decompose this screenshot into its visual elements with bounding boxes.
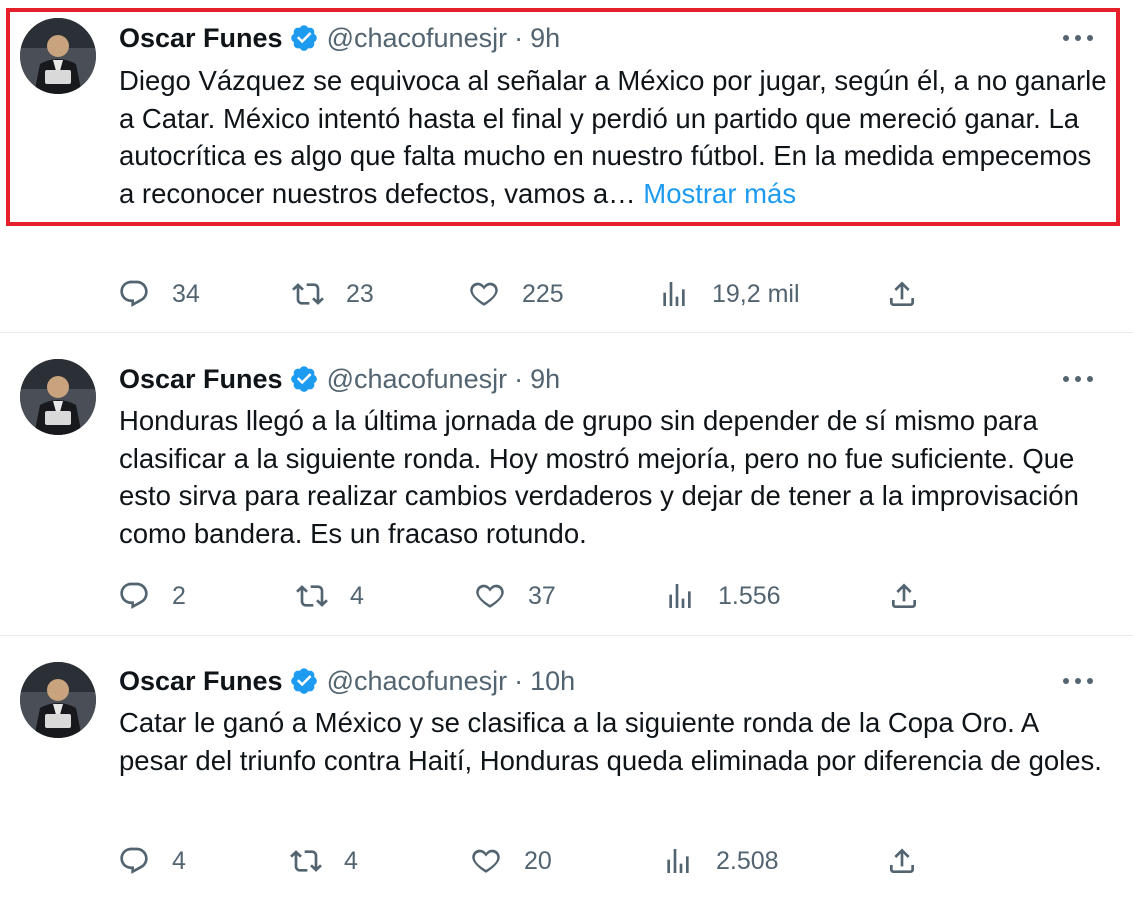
tweet-actions: 34 23 225 19,2 mil [118, 274, 938, 314]
reply-icon [120, 280, 148, 307]
tweet-text: Catar le ganó a México y se clasifica a … [119, 704, 1109, 779]
header-separator: · [514, 363, 524, 394]
share-button[interactable] [888, 576, 920, 616]
views-count: 2.508 [716, 846, 779, 875]
reply-icon [120, 847, 148, 874]
tweet-header: Oscar Funes @chacofunesjr · 9h [119, 362, 560, 396]
tweet-header: Oscar Funes @chacofunesjr · 9h [119, 21, 560, 55]
retweet-count: 4 [350, 581, 364, 610]
retweet-icon [290, 850, 322, 872]
avatar[interactable] [20, 359, 96, 435]
retweet-count: 4 [344, 846, 358, 875]
share-button[interactable] [886, 274, 918, 314]
verified-badge-icon [289, 364, 319, 394]
retweet-icon [292, 283, 324, 305]
header-separator: · [514, 22, 524, 53]
retweet-count: 23 [346, 279, 374, 308]
verified-badge-icon [289, 23, 319, 53]
more-options-icon[interactable] [1063, 28, 1093, 48]
author-name[interactable]: Oscar Funes [119, 364, 283, 395]
retweet-button[interactable]: 4 [290, 841, 358, 881]
author-name[interactable]: Oscar Funes [119, 23, 283, 54]
author-handle[interactable]: @chacofunesjr [327, 666, 508, 697]
reply-button[interactable]: 4 [118, 841, 186, 881]
tweet-actions: 2 4 37 1.556 [118, 576, 938, 616]
show-more-link[interactable]: Mostrar más [643, 178, 796, 209]
reply-button[interactable]: 2 [118, 576, 186, 616]
tweet[interactable]: Oscar Funes @chacofunesjr · 9h Honduras … [0, 333, 1133, 635]
avatar[interactable] [20, 662, 96, 738]
retweet-button[interactable]: 4 [296, 576, 364, 616]
tweet-body: Honduras llegó a la última jornada de gr… [119, 405, 1079, 549]
heart-icon [472, 849, 500, 873]
views-chart-icon [669, 584, 691, 608]
tweet-text: Diego Vázquez se equivoca al señalar a M… [119, 62, 1109, 212]
views-button[interactable]: 19,2 mil [658, 274, 800, 314]
tweet-actions: 4 4 20 2.508 [118, 841, 938, 881]
reply-count: 2 [172, 581, 186, 610]
author-handle[interactable]: @chacofunesjr [327, 364, 508, 395]
tweet[interactable]: Oscar Funes @chacofunesjr · 10h Catar le… [0, 636, 1133, 900]
share-icon [892, 583, 916, 608]
more-options-icon[interactable] [1063, 369, 1093, 389]
like-button[interactable]: 37 [474, 576, 556, 616]
reply-count: 4 [172, 846, 186, 875]
views-chart-icon [667, 849, 689, 873]
views-button[interactable]: 1.556 [664, 576, 781, 616]
tweet-body: Catar le ganó a México y se clasifica a … [119, 707, 1102, 776]
like-button[interactable]: 225 [468, 274, 564, 314]
author-name[interactable]: Oscar Funes [119, 666, 283, 697]
timestamp[interactable]: 9h [530, 364, 560, 395]
more-options-icon[interactable] [1063, 671, 1093, 691]
heart-icon [470, 282, 498, 306]
share-icon [890, 848, 914, 873]
views-chart-icon [663, 282, 685, 306]
timestamp[interactable]: 10h [530, 666, 575, 697]
views-count: 1.556 [718, 581, 781, 610]
share-icon [890, 281, 914, 306]
like-count: 225 [522, 279, 564, 308]
views-count: 19,2 mil [712, 279, 800, 308]
reply-icon [120, 582, 148, 609]
avatar[interactable] [20, 18, 96, 94]
like-count: 37 [528, 581, 556, 610]
share-button[interactable] [886, 841, 918, 881]
reply-count: 34 [172, 279, 200, 308]
timestamp[interactable]: 9h [530, 23, 560, 54]
views-button[interactable]: 2.508 [662, 841, 779, 881]
like-count: 20 [524, 846, 552, 875]
tweet-body: Diego Vázquez se equivoca al señalar a M… [119, 65, 1107, 209]
tweet-header: Oscar Funes @chacofunesjr · 10h [119, 664, 575, 698]
header-separator: · [514, 665, 524, 696]
reply-button[interactable]: 34 [118, 274, 200, 314]
tweet[interactable]: Oscar Funes @chacofunesjr · 9h Diego Váz… [0, 0, 1133, 332]
verified-badge-icon [289, 666, 319, 696]
tweet-text: Honduras llegó a la última jornada de gr… [119, 402, 1109, 552]
like-button[interactable]: 20 [470, 841, 552, 881]
retweet-button[interactable]: 23 [292, 274, 374, 314]
retweet-icon [296, 585, 328, 607]
author-handle[interactable]: @chacofunesjr [327, 23, 508, 54]
heart-icon [476, 584, 504, 608]
